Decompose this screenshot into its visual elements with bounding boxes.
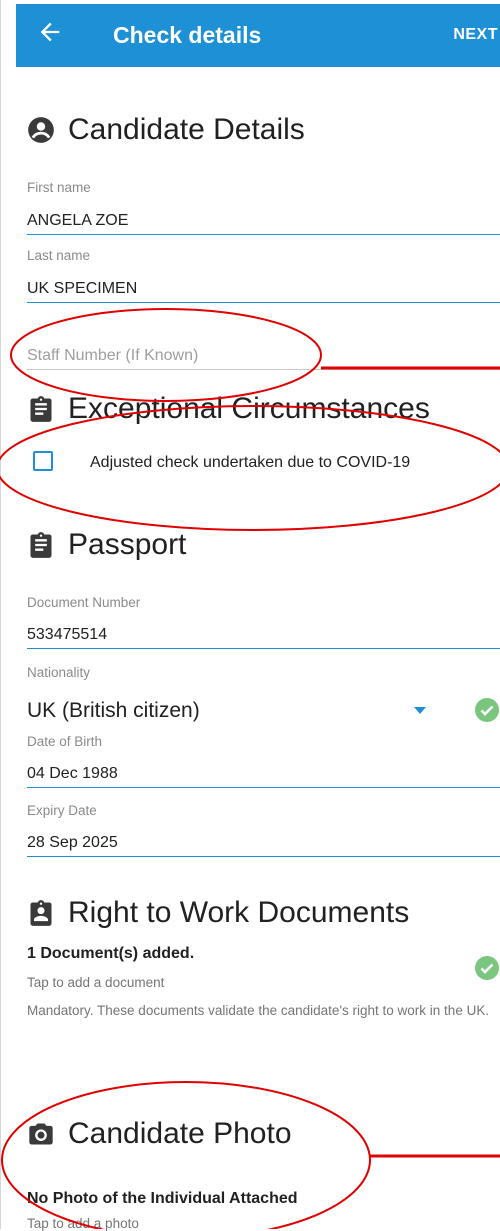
page-title: Check details bbox=[113, 22, 262, 48]
candidate-details-title: Candidate Details bbox=[68, 113, 305, 146]
nationality-select[interactable]: UK (British citizen) bbox=[27, 699, 200, 723]
dropdown-caret-icon[interactable] bbox=[414, 707, 426, 714]
clipboard-icon bbox=[30, 396, 52, 422]
check-circle-icon bbox=[475, 956, 499, 980]
exceptional-title: Exceptional Circumstances bbox=[68, 392, 430, 425]
first-name-field[interactable]: ANGELA ZOE bbox=[27, 212, 128, 230]
staff-number-underline bbox=[27, 369, 500, 370]
account-circle-icon bbox=[28, 117, 54, 143]
camera-icon bbox=[29, 1123, 53, 1145]
photo-heading: Candidate Photo bbox=[27, 1117, 292, 1151]
document-number-underline bbox=[27, 648, 500, 649]
assignment-ind-icon bbox=[30, 900, 52, 926]
last-name-field[interactable]: UK SPECIMEN bbox=[27, 280, 137, 298]
last-name-label: Last name bbox=[27, 248, 91, 263]
passport-heading: Passport bbox=[27, 528, 186, 562]
clipboard-icon bbox=[30, 532, 52, 558]
passport-title: Passport bbox=[68, 528, 187, 561]
add-document-hint[interactable]: Tap to add a document bbox=[27, 975, 164, 990]
document-number-field[interactable]: 533475514 bbox=[27, 626, 107, 644]
nationality-label: Nationality bbox=[27, 665, 91, 680]
last-name-underline bbox=[27, 302, 500, 303]
mandatory-note: Mandatory. These documents validate the … bbox=[27, 1003, 490, 1018]
app-bar: Check details NEXT bbox=[16, 4, 500, 67]
no-photo-text[interactable]: No Photo of the Individual Attached bbox=[27, 1190, 298, 1208]
first-name-underline bbox=[27, 234, 500, 235]
first-name-label: First name bbox=[27, 180, 91, 195]
covid-checkbox[interactable] bbox=[33, 451, 53, 471]
dob-label: Date of Birth bbox=[27, 734, 103, 749]
document-count[interactable]: 1 Document(s) added. bbox=[27, 945, 194, 963]
exceptional-heading: Exceptional Circumstances bbox=[27, 392, 430, 426]
next-button[interactable]: NEXT bbox=[453, 26, 498, 44]
document-number-label: Document Number bbox=[27, 595, 141, 610]
expiry-label: Expiry Date bbox=[27, 803, 97, 818]
covid-checkbox-label[interactable]: Adjusted check undertaken due to COVID-1… bbox=[90, 454, 410, 472]
candidate-details-heading: Candidate Details bbox=[27, 113, 305, 147]
dob-underline bbox=[27, 787, 500, 788]
check-circle-icon bbox=[475, 698, 499, 722]
staff-number-input[interactable]: Staff Number (If Known) bbox=[27, 347, 198, 365]
photo-title: Candidate Photo bbox=[68, 1117, 292, 1150]
dob-field[interactable]: 04 Dec 1988 bbox=[27, 765, 118, 783]
back-arrow-icon[interactable] bbox=[36, 18, 64, 46]
expiry-underline bbox=[27, 856, 500, 857]
expiry-field[interactable]: 28 Sep 2025 bbox=[27, 834, 118, 852]
rtw-heading: Right to Work Documents bbox=[27, 896, 409, 930]
rtw-title: Right to Work Documents bbox=[68, 896, 410, 929]
